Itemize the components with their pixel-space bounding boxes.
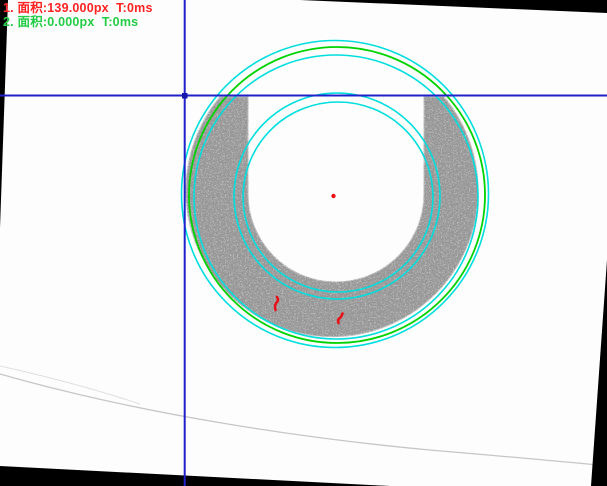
crosshair-center-handle[interactable] bbox=[182, 93, 188, 99]
image-background bbox=[0, 0, 607, 486]
vision-viewport[interactable]: 1. 面积:139.000px T:0ms 2. 面积:0.000px T:0m… bbox=[0, 0, 607, 486]
measurement-result-1: 1. 面积:139.000px T:0ms bbox=[3, 1, 153, 15]
camera-image-canvas[interactable] bbox=[0, 0, 607, 486]
circle-center-marker bbox=[331, 194, 335, 198]
measurement-result-2: 2. 面积:0.000px T:0ms bbox=[3, 15, 138, 29]
